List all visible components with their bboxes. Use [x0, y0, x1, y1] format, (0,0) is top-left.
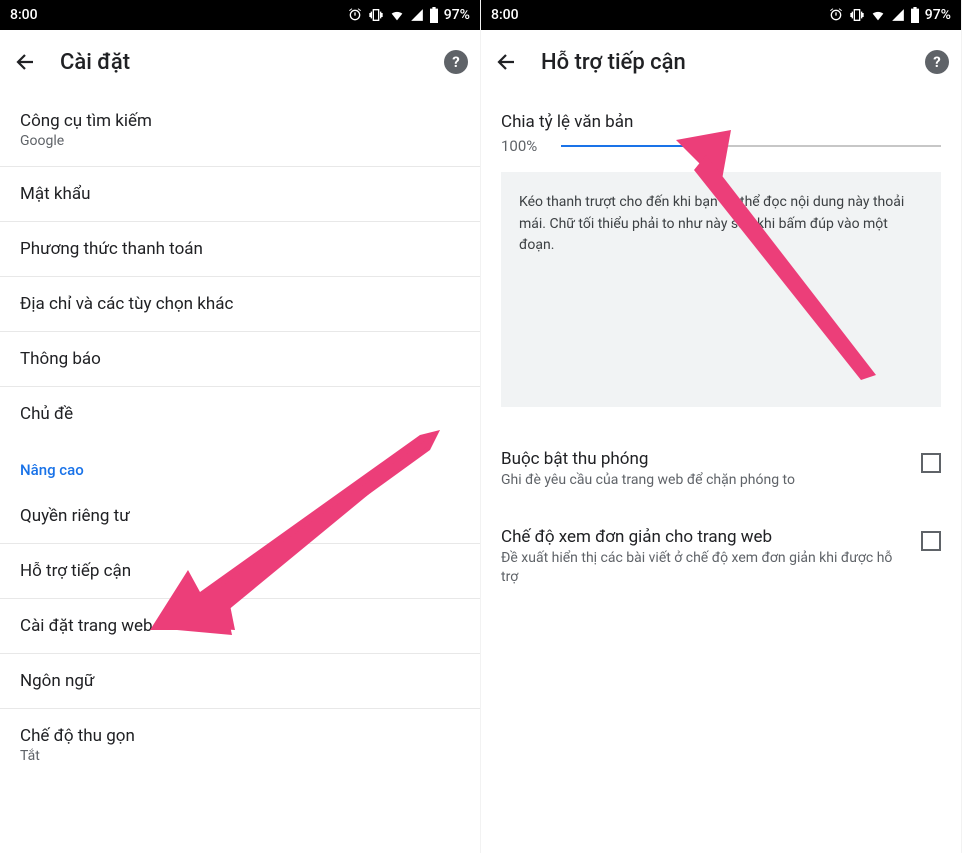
item-label: Ngôn ngữ	[20, 671, 460, 691]
settings-item-language[interactable]: Ngôn ngữ	[0, 654, 480, 709]
page-title: Hỗ trợ tiếp cận	[541, 50, 905, 75]
item-value: Tắt	[20, 748, 460, 764]
status-time: 8:00	[491, 7, 519, 23]
item-label: Chế độ thu gọn	[20, 726, 460, 746]
simplified-subtitle: Đề xuất hiển thị các bài viết ở chế độ x…	[501, 549, 905, 588]
section-advanced: Nâng cao	[0, 441, 480, 489]
vibrate-icon	[849, 7, 865, 23]
settings-item-lite-mode[interactable]: Chế độ thu gọn Tắt	[0, 709, 480, 781]
help-button[interactable]: ?	[925, 50, 949, 74]
battery-percent: 97%	[444, 7, 470, 23]
force-zoom-subtitle: Ghi đè yêu cầu của trang web để chặn phó…	[501, 471, 905, 491]
force-zoom-row[interactable]: Buộc bật thu phóng Ghi đè yêu cầu của tr…	[481, 431, 961, 509]
arrow-left-icon	[14, 50, 38, 74]
settings-item-search-engine[interactable]: Công cụ tìm kiếm Google	[0, 94, 480, 167]
force-zoom-title: Buộc bật thu phóng	[501, 449, 905, 469]
item-label: Hỗ trợ tiếp cận	[20, 561, 460, 581]
page-title: Cài đặt	[60, 50, 424, 75]
settings-item-payment[interactable]: Phương thức thanh toán	[0, 222, 480, 277]
settings-item-privacy[interactable]: Quyền riêng tư	[0, 489, 480, 544]
back-button[interactable]	[12, 48, 40, 76]
status-time: 8:00	[10, 7, 38, 23]
status-right: 97%	[347, 7, 470, 23]
settings-item-notifications[interactable]: Thông báo	[0, 332, 480, 387]
item-label: Quyền riêng tư	[20, 506, 460, 526]
settings-item-site-settings[interactable]: Cài đặt trang web	[0, 599, 480, 654]
slider-fill	[561, 145, 698, 147]
accessibility-screen: 8:00 97% Hỗ trợ tiếp cận ? Chia tỷ lệ vă…	[481, 0, 962, 853]
text-scaling-hint: Kéo thanh trượt cho đến khi bạn có thể đ…	[501, 172, 941, 407]
text-scaling-slider[interactable]	[561, 136, 941, 156]
wifi-icon	[870, 7, 886, 23]
arrow-left-icon	[495, 50, 519, 74]
text-scaling-label: Chia tỷ lệ văn bản	[501, 112, 941, 132]
battery-icon	[429, 7, 439, 23]
settings-item-accessibility[interactable]: Hỗ trợ tiếp cận	[0, 544, 480, 599]
battery-icon	[910, 7, 920, 23]
force-zoom-checkbox[interactable]	[921, 453, 941, 473]
accessibility-content: Chia tỷ lệ văn bản 100% Kéo thanh trượt …	[481, 94, 961, 853]
status-right: 97%	[828, 7, 951, 23]
item-label: Thông báo	[20, 349, 460, 369]
item-label: Công cụ tìm kiếm	[20, 111, 460, 131]
vibrate-icon	[368, 7, 384, 23]
slider-thumb[interactable]	[690, 138, 706, 154]
alarm-icon	[347, 7, 363, 23]
status-bar: 8:00 97%	[0, 0, 480, 30]
alarm-icon	[828, 7, 844, 23]
app-bar: Cài đặt ?	[0, 30, 480, 94]
app-bar: Hỗ trợ tiếp cận ?	[481, 30, 961, 94]
item-label: Chủ đề	[20, 404, 460, 424]
simplified-title: Chế độ xem đơn giản cho trang web	[501, 527, 905, 547]
status-bar: 8:00 97%	[481, 0, 961, 30]
text-scaling-percent: 100%	[501, 137, 545, 155]
signal-icon	[891, 8, 905, 22]
item-label: Phương thức thanh toán	[20, 239, 460, 259]
item-label: Cài đặt trang web	[20, 616, 460, 636]
settings-screen: 8:00 97% Cài đặt ? Công cụ tìm kiếm Goog…	[0, 0, 481, 853]
back-button[interactable]	[493, 48, 521, 76]
item-label: Địa chỉ và các tùy chọn khác	[20, 294, 460, 314]
wifi-icon	[389, 7, 405, 23]
item-label: Mật khẩu	[20, 184, 460, 204]
battery-percent: 97%	[925, 7, 951, 23]
signal-icon	[410, 8, 424, 22]
settings-item-addresses[interactable]: Địa chỉ và các tùy chọn khác	[0, 277, 480, 332]
settings-list: Công cụ tìm kiếm Google Mật khẩu Phương …	[0, 94, 480, 853]
item-value: Google	[20, 133, 460, 149]
text-scaling-block: Chia tỷ lệ văn bản 100%	[481, 94, 961, 162]
help-button[interactable]: ?	[444, 50, 468, 74]
simplified-view-row[interactable]: Chế độ xem đơn giản cho trang web Đề xuấ…	[481, 509, 961, 606]
settings-item-theme[interactable]: Chủ đề	[0, 387, 480, 441]
simplified-checkbox[interactable]	[921, 531, 941, 551]
settings-item-passwords[interactable]: Mật khẩu	[0, 167, 480, 222]
